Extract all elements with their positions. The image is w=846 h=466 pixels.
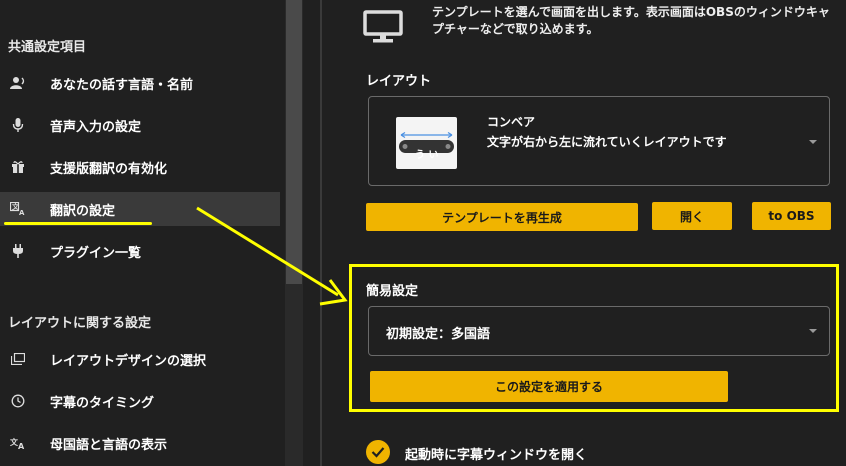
speaker-person-icon [10, 75, 26, 91]
sidebar-item-subtitle-timing[interactable]: 字幕のタイミング [0, 384, 280, 418]
sidebar-item-label: レイアウトデザインの選択 [50, 353, 207, 369]
to-obs-button[interactable]: to OBS [752, 202, 831, 230]
sidebar-item-language-display[interactable]: 文A 母国語と言語の表示 [0, 426, 280, 460]
sidebar-item-label: 翻訳の設定 [50, 203, 116, 219]
layout-thumbnail [396, 117, 457, 169]
layout-description: テンプレートを選んで画面を出します。表示画面はOBSのウィンドウキャプチャーなど… [432, 5, 830, 36]
section-header-common: 共通設定項目 [8, 40, 87, 55]
plug-icon [10, 243, 26, 259]
svg-text:A: A [18, 442, 25, 450]
sidebar-item-label: 支援版翻訳の有効化 [50, 161, 168, 177]
sidebar-item-label: 字幕のタイミング [50, 395, 155, 411]
sidebar-item-voice-input[interactable]: 音声入力の設定 [0, 108, 280, 142]
sidebar-item-support-translation[interactable]: 支援版翻訳の有効化 [0, 150, 280, 184]
sidebar-item-layout-design[interactable]: レイアウトデザインの選択 [0, 342, 280, 376]
layout-select-icon [10, 351, 26, 367]
translate-icon: 文A [10, 201, 26, 217]
chevron-down-icon[interactable] [809, 140, 817, 144]
layout-thumbnail-text: う い [415, 150, 439, 161]
annotation-underline [4, 222, 152, 225]
open-button[interactable]: 開く [652, 202, 732, 230]
sidebar-item-plugin-list[interactable]: プラグイン一覧 [0, 234, 280, 268]
microphone-icon [10, 117, 26, 133]
sidebar-item-language-name[interactable]: あなたの話す言語・名前 [0, 66, 280, 100]
sidebar-item-label: あなたの話す言語・名前 [50, 77, 194, 93]
sidebar-item-label: プラグイン一覧 [50, 245, 142, 261]
timer-icon [10, 393, 26, 409]
svg-text:A: A [19, 209, 25, 216]
sidebar-scrollbar-thumb[interactable] [286, 0, 302, 284]
open-on-start-label: 起動時に字幕ウィンドウを開く [405, 448, 588, 463]
sidebar-item-label: 母国語と言語の表示 [50, 437, 168, 453]
layout-select-subtitle: 文字が右から左に流れていくレイアウトです [487, 135, 727, 149]
sidebar-item-translation-settings[interactable]: 文A 翻訳の設定 [0, 192, 280, 226]
annotation-highlight-box [349, 264, 839, 412]
check-icon [371, 443, 385, 462]
sidebar-item-label: 音声入力の設定 [50, 119, 142, 135]
open-on-start-checkbox[interactable] [366, 440, 390, 464]
layout-label: レイアウト [366, 74, 432, 89]
sidebar: 共通設定項目 あなたの話す言語・名前 音声入力の設定 支援版翻訳の有効化 文A … [0, 0, 285, 466]
section-header-layout: レイアウトに関する設定 [8, 316, 152, 331]
language-icon: 文A [10, 435, 26, 451]
gift-icon [10, 159, 26, 175]
layout-select-title: コンベア [487, 115, 536, 129]
monitor-icon [363, 10, 403, 44]
regenerate-template-button[interactable]: テンプレートを再生成 [366, 203, 638, 231]
